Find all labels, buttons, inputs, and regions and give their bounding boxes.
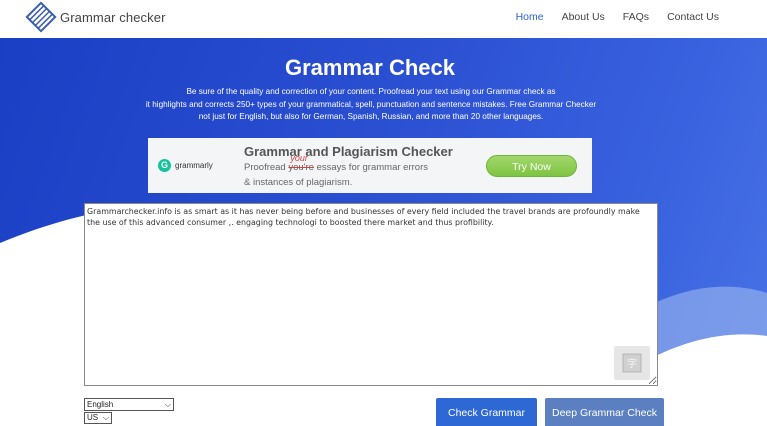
nav-about-us[interactable]: About Us (562, 11, 605, 23)
page-title: Grammar Check (285, 55, 455, 80)
grammarly-logo: G grammarly (158, 159, 213, 172)
region-value: US (87, 413, 99, 422)
language-select[interactable]: English ⌵ (84, 398, 174, 411)
description-line: Be sure of the quality and correction of… (186, 87, 556, 96)
editor-tool-button[interactable]: 字 (614, 346, 650, 380)
region-select[interactable]: US ⌵ (84, 412, 112, 424)
ad-line-2: & instances of plagiarism. (244, 177, 353, 188)
logo-text: Grammar checker (60, 9, 166, 25)
main-nav: Home About Us FAQs Contact Us (516, 11, 719, 23)
grammarly-g-icon: G (158, 159, 171, 172)
grammarly-ad-banner[interactable]: G grammarly Grammar and Plagiarism Check… (148, 138, 592, 193)
language-value: English (87, 400, 114, 409)
text-input-area[interactable]: Grammarchecker.info is as smart as it ha… (84, 203, 658, 386)
site-logo[interactable]: Grammar checker (25, 1, 166, 33)
deep-grammar-check-button[interactable]: Deep Grammar Check (545, 398, 664, 426)
chevron-down-icon: ⌵ (164, 400, 171, 409)
spell-check-icon: 字 (622, 353, 642, 373)
check-grammar-button[interactable]: Check Grammar (436, 398, 537, 426)
diamond-logo-icon (25, 1, 57, 33)
nav-contact-us[interactable]: Contact Us (667, 11, 719, 23)
ad-line-suffix: essays for grammar errors (313, 162, 428, 173)
page-description: Be sure of the quality and correction of… (120, 86, 622, 124)
try-now-button[interactable]: Try Now (486, 155, 577, 177)
nav-faqs[interactable]: FAQs (623, 11, 649, 23)
ad-line-1: Proofread your you're essays for grammar … (244, 153, 428, 173)
ad-struck-word: your you're (288, 153, 314, 173)
ad-line-prefix: Proofread (244, 162, 289, 173)
grammarly-brand-text: grammarly (175, 161, 213, 170)
ad-title: Grammar and Plagiarism Checker (244, 144, 453, 159)
description-line: it highlights and corrects 250+ types of… (145, 99, 597, 109)
svg-text:字: 字 (627, 357, 637, 370)
nav-home[interactable]: Home (516, 11, 544, 23)
ad-struck-text: you're (288, 162, 314, 173)
chevron-down-icon: ⌵ (102, 413, 109, 422)
site-header: Grammar checker Home About Us FAQs Conta… (0, 0, 767, 38)
description-line: not just for English, but also for Germa… (198, 112, 544, 121)
ad-correction-word: your (290, 153, 308, 163)
